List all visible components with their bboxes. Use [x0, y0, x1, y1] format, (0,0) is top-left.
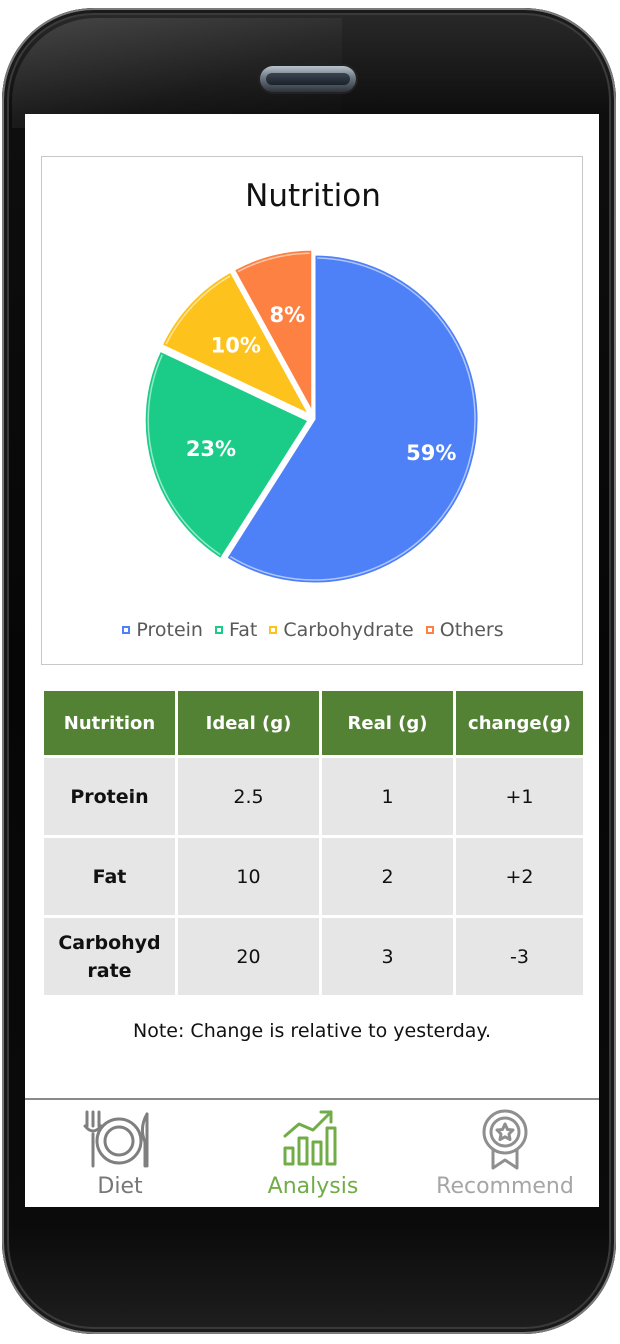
row-label-protein: Protein — [41, 755, 178, 838]
legend-label-carbohydrate: Carbohydrate — [283, 619, 414, 641]
legend-label-protein: Protein — [136, 619, 203, 641]
legend-swatch-others — [425, 626, 434, 634]
app-screen: Nutrition 59% 23% 10% 8% Protein Fat Carboh… — [25, 114, 599, 1207]
cell-change: +2 — [453, 835, 586, 918]
change-note: Note: Change is relative to yesterday. — [133, 1020, 491, 1042]
cell-ideal: 20 — [175, 915, 322, 998]
tab-diet[interactable]: Diet — [25, 1100, 215, 1207]
award-badge-icon — [482, 1109, 528, 1170]
tab-recommend[interactable]: Recommend — [411, 1100, 599, 1207]
header-ideal: Ideal (g) — [175, 688, 322, 758]
legend-swatch-fat — [215, 626, 224, 634]
header-real: Real (g) — [319, 688, 456, 758]
row-label-carbohydrate: Carbohyd rate — [41, 915, 178, 998]
cell-real: 3 — [319, 915, 456, 998]
table-row: Protein 2.5 1 +1 — [41, 755, 586, 838]
cell-ideal: 2.5 — [175, 755, 322, 838]
nutrition-table: Nutrition Ideal (g) Real (g) change(g) P… — [41, 688, 586, 998]
cell-change: -3 — [453, 915, 586, 998]
legend-label-fat: Fat — [229, 619, 258, 641]
tab-analysis-label: Analysis — [267, 1174, 359, 1199]
phone-speaker — [260, 66, 356, 92]
cell-ideal: 10 — [175, 835, 322, 918]
pie-data-label: 59% — [406, 441, 456, 465]
header-change: change(g) — [453, 688, 586, 758]
nutrition-chart-card: Nutrition 59% 23% 10% 8% Protein Fat Carboh… — [41, 156, 583, 665]
plate-fork-knife-icon — [83, 1110, 149, 1168]
cell-real: 1 — [319, 755, 456, 838]
header-nutrition: Nutrition — [41, 688, 178, 758]
legend-swatch-protein — [122, 626, 131, 634]
tab-diet-label: Diet — [97, 1174, 143, 1199]
legend-item-protein: Protein — [122, 619, 203, 641]
table-row: Fat 10 2 +2 — [41, 835, 586, 918]
row-label-fat: Fat — [41, 835, 178, 918]
pie-data-label: 8% — [269, 303, 305, 327]
table-header-row: Nutrition Ideal (g) Real (g) change(g) — [41, 688, 586, 758]
pie-data-label: 23% — [186, 437, 236, 461]
cell-change: +1 — [453, 755, 586, 838]
legend-item-others: Others — [425, 619, 504, 641]
legend-item-fat: Fat — [215, 619, 257, 641]
cell-real: 2 — [319, 835, 456, 918]
legend-label-others: Others — [439, 619, 504, 641]
pie-data-label: 10% — [211, 334, 261, 358]
legend-swatch-carbohydrate — [269, 626, 278, 634]
bottom-tab-bar: Diet Analysis Recommend — [25, 1098, 599, 1207]
legend-item-carbohydrate: Carbohydrate — [269, 619, 414, 641]
tab-recommend-label: Recommend — [436, 1174, 574, 1199]
tab-analysis[interactable]: Analysis — [215, 1100, 411, 1207]
chart-legend: Protein Fat Carbohydrate Others — [42, 619, 584, 641]
bar-chart-trend-icon — [283, 1110, 337, 1166]
nutrition-pie-chart: Nutrition 59% 23% 10% 8% — [142, 178, 481, 586]
chart-title: Nutrition — [245, 178, 381, 214]
table-row: Carbohyd rate 20 3 -3 — [41, 915, 586, 998]
